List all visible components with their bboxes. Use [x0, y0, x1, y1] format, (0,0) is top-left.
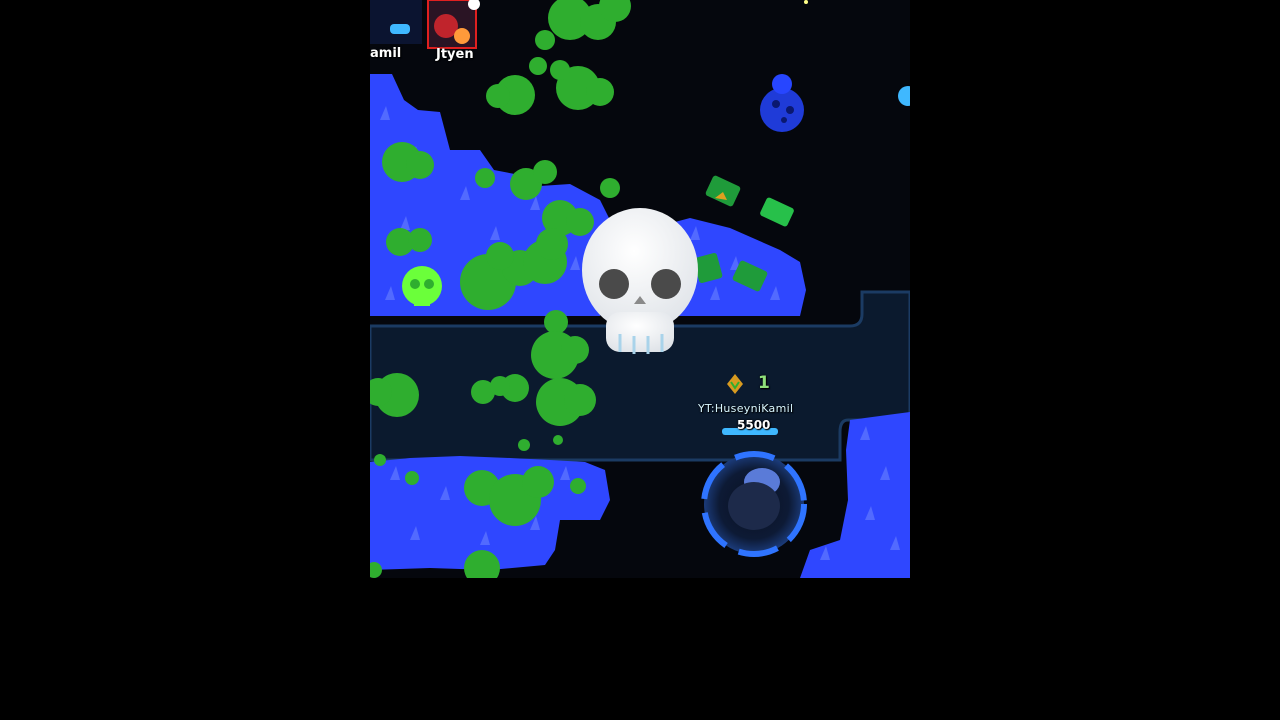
- player-health: 5500: [737, 418, 771, 432]
- offscreen-marker-icon: [898, 86, 910, 106]
- top-hud: [370, 0, 480, 49]
- left-player-portrait: [370, 0, 422, 44]
- left-player-name: amil: [370, 46, 402, 61]
- blue-creature-icon: [760, 74, 804, 132]
- game-map: [370, 0, 910, 578]
- gadget-icon: [390, 24, 410, 34]
- player-character: [701, 451, 807, 557]
- enemy-player-name: Jtyen: [436, 47, 474, 62]
- player-name: YT:HuseyniKamil: [698, 402, 794, 415]
- kill-count: 1: [758, 373, 770, 393]
- green-skull-icon: [402, 266, 442, 306]
- game-viewport: amil Jtyen 1 YT:HuseyniKamil 5500: [370, 0, 910, 578]
